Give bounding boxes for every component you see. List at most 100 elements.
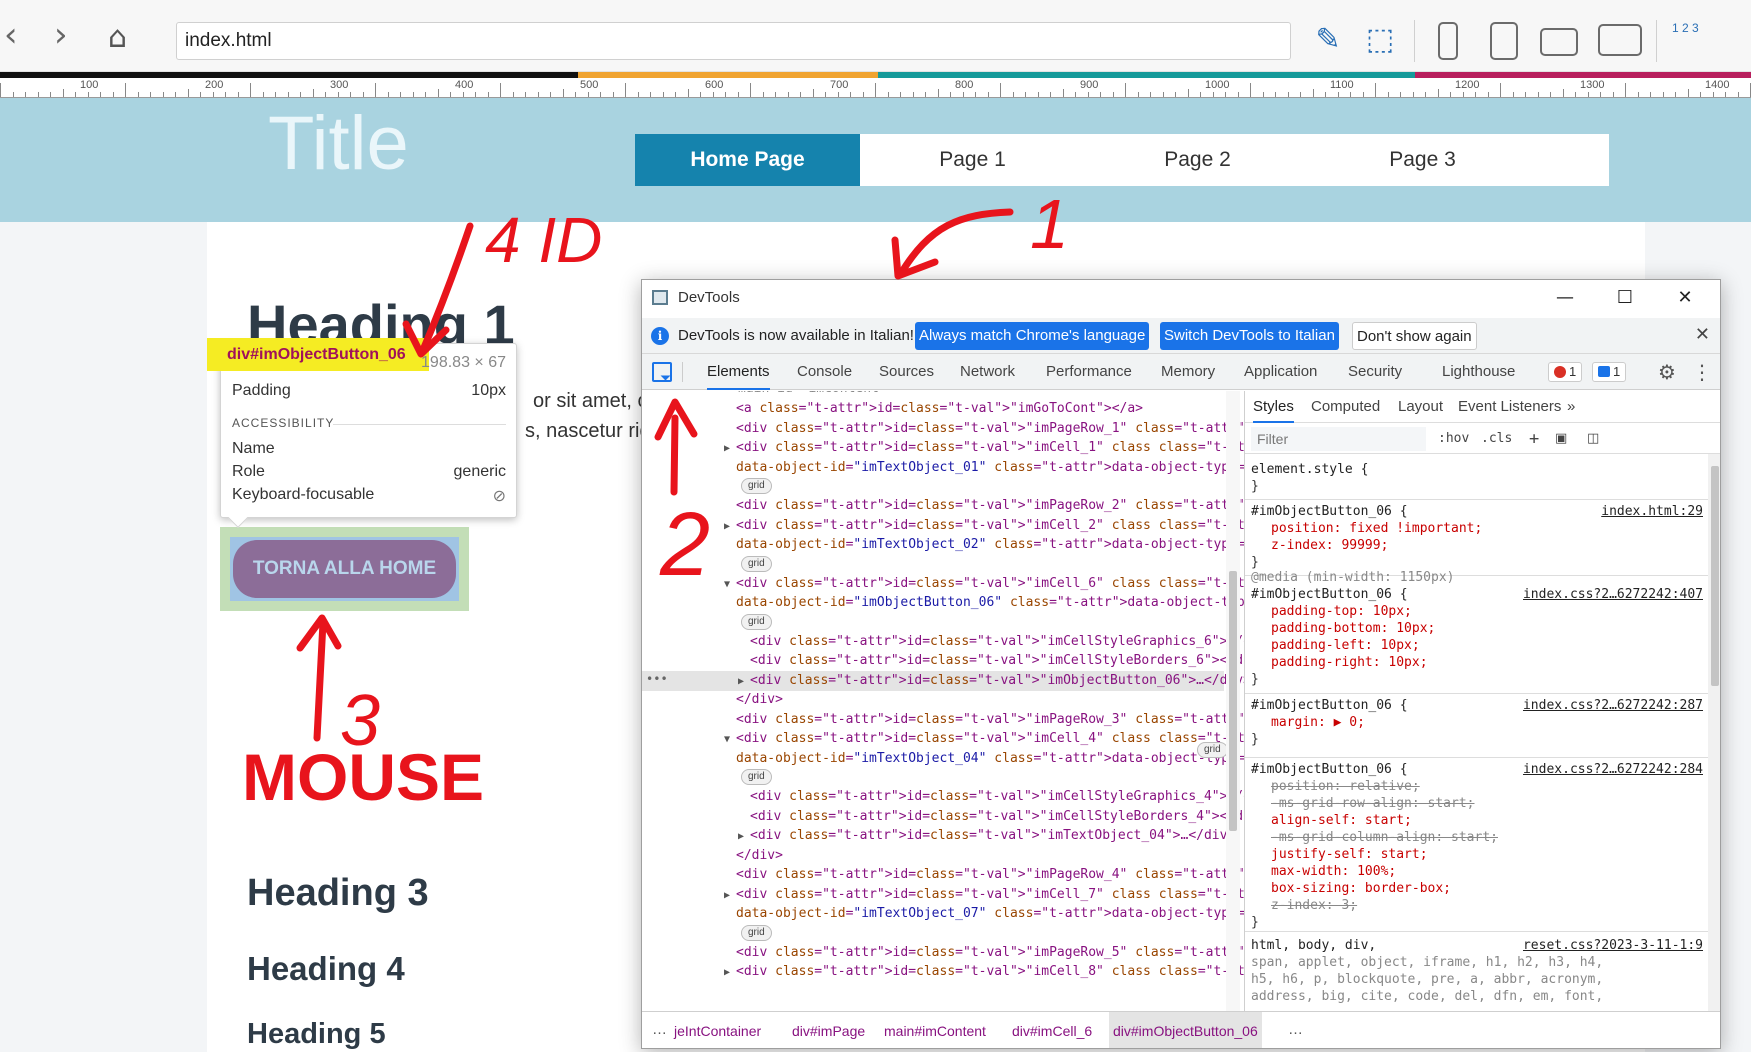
home-icon[interactable]: ⌂	[108, 20, 127, 55]
error-count-badge[interactable]: 1	[1548, 362, 1583, 382]
desktop-icon[interactable]	[1598, 24, 1642, 56]
dom-scrollbar[interactable]	[1226, 391, 1240, 1011]
maximize-icon[interactable]: ☐	[1600, 284, 1650, 312]
breadcrumb-more-right[interactable]: …	[1288, 1012, 1303, 1048]
phone-portrait-icon[interactable]	[1438, 22, 1458, 60]
dom-line[interactable]: </div>	[642, 690, 1224, 710]
style-rule-2[interactable]: @media (min-width: 1150px) #imObjectButt…	[1251, 569, 1703, 688]
grid-badge[interactable]: grid	[741, 924, 772, 941]
more-tabs-icon[interactable]: »	[1567, 391, 1575, 423]
rule-4-source-link[interactable]: index.css?2…6272242:284	[1523, 761, 1703, 778]
dom-line[interactable]: data-object-id="imTextObject_07" class="…	[642, 904, 1244, 924]
toggle-sidebar-icon[interactable]: ◫	[1587, 427, 1599, 451]
tab-computed[interactable]: Computed	[1311, 391, 1380, 423]
dom-line[interactable]: <div class="t-attr">id=class="t-val">"im…	[642, 787, 1244, 807]
dom-line[interactable]: <div class="t-attr">id=class="t-val">"im…	[642, 632, 1244, 652]
dom-line-more-icon[interactable]: •••	[646, 672, 668, 686]
breadcrumb-item[interactable]: jeIntContainer	[674, 1012, 761, 1048]
tab-lighthouse[interactable]: Lighthouse	[1442, 354, 1515, 390]
dom-line[interactable]: <div class="t-attr">id=class="t-val">"im…	[642, 943, 1244, 963]
rule-2-source-link[interactable]: index.css?2…6272242:407	[1523, 586, 1703, 603]
style-rule-5[interactable]: html, body, div, reset.css?2023-3-11-1:9 …	[1251, 937, 1703, 1005]
tab-performance[interactable]: Performance	[1046, 354, 1132, 390]
tab-application[interactable]: Application	[1244, 354, 1317, 390]
sequence-icon[interactable]: 1 2 3	[1672, 22, 1699, 34]
grid-badge[interactable]: grid	[741, 478, 772, 494]
hover-state-toggle[interactable]: :hov	[1438, 427, 1469, 451]
style-rule-4[interactable]: #imObjectButton_06 {index.css?2…6272242:…	[1251, 761, 1703, 931]
rule-3-prop[interactable]: margin: ▶ 0;	[1251, 714, 1703, 731]
dom-line[interactable]: <div class="t-attr">id=class="t-val">"im…	[642, 807, 1244, 827]
forward-icon[interactable]: ›	[54, 18, 68, 52]
rule-4-prop-overridden[interactable]: position: relative;	[1251, 778, 1703, 795]
new-rule-icon[interactable]: +	[1529, 427, 1539, 451]
tablet-portrait-icon[interactable]	[1490, 22, 1518, 60]
tab-styles[interactable]: Styles	[1253, 391, 1294, 423]
styles-filter-input[interactable]: Filter	[1251, 427, 1426, 451]
dom-line[interactable]: ▼ <div class="t-attr">id=class="t-val">"i…	[642, 729, 1244, 749]
rule-2-prop[interactable]: padding-right: 10px;	[1251, 654, 1703, 671]
switch-to-italian-button[interactable]: Switch DevTools to Italian	[1160, 322, 1339, 350]
dom-line[interactable]: ▶ <div class="t-attr">id=class="t-val">"i…	[642, 962, 1244, 982]
breadcrumb-item[interactable]: div#imCell_6	[1012, 1012, 1092, 1048]
close-notice-icon[interactable]: ✕	[1695, 324, 1710, 345]
rule-4-prop[interactable]: max-width: 100%;	[1251, 863, 1703, 880]
breadcrumb-item-active[interactable]: div#imObjectButton_06	[1109, 1012, 1262, 1048]
dom-tree[interactable]: main id="imContent"<a class="t-attr">id=…	[642, 391, 1244, 1011]
tab-security[interactable]: Security	[1348, 354, 1402, 390]
rule-4-prop[interactable]: align-self: start;	[1251, 812, 1703, 829]
tab-network[interactable]: Network	[960, 354, 1015, 390]
close-window-icon[interactable]: ✕	[1660, 284, 1710, 312]
rule-4-prop[interactable]: box-sizing: border-box;	[1251, 880, 1703, 897]
more-options-icon[interactable]: ⋮	[1692, 360, 1712, 384]
dom-line[interactable]: <div class="t-attr">id=class="t-val">"im…	[642, 496, 1244, 516]
dom-line[interactable]: </div>	[642, 846, 1224, 866]
inspect-element-icon[interactable]	[652, 362, 672, 382]
dom-line[interactable]: <div class="t-attr">id=class="t-val">"im…	[642, 651, 1244, 671]
dom-line[interactable]: ▶ <div class="t-attr">id=class="t-val">"i…	[642, 438, 1244, 458]
rule-2-prop[interactable]: padding-bottom: 10px;	[1251, 620, 1703, 637]
dom-line[interactable]: data-object-id="imTextObject_04" class="…	[642, 749, 1244, 769]
styles-scroll-thumb[interactable]	[1711, 466, 1719, 686]
back-icon[interactable]: ‹	[4, 18, 18, 52]
rule-4-prop[interactable]: justify-self: start;	[1251, 846, 1703, 863]
dom-line[interactable]: ▼ <div class="t-attr">id=class="t-val">"i…	[642, 574, 1244, 594]
tab-console[interactable]: Console	[797, 354, 852, 390]
styles-scrollbar[interactable]	[1708, 454, 1720, 1011]
dom-line[interactable]: data-object-id="imTextObject_01" class="…	[642, 458, 1244, 478]
always-match-language-button[interactable]: Always match Chrome's language	[915, 322, 1150, 350]
gear-icon[interactable]: ⚙	[1658, 360, 1676, 384]
dom-line[interactable]: ▶ <div class="t-attr">id=class="t-val">"i…	[642, 826, 1235, 846]
rule-1-prop[interactable]: position: fixed !important;	[1251, 520, 1703, 537]
edit-page-icon[interactable]: ✎	[1308, 20, 1348, 60]
tab-sources[interactable]: Sources	[879, 354, 934, 390]
minimize-icon[interactable]: —	[1540, 284, 1590, 312]
dom-line[interactable]: <a class="t-attr">id=class="t-val">"imGo…	[642, 399, 1224, 419]
element-style-rule[interactable]: element.style { }	[1251, 461, 1703, 495]
nav-page-2[interactable]: Page 2	[1085, 134, 1310, 186]
paint-icon[interactable]: ▣	[1555, 427, 1567, 451]
rule-1-source-link[interactable]: index.html:29	[1601, 503, 1703, 520]
rule-2-prop[interactable]: padding-top: 10px;	[1251, 603, 1703, 620]
rule-4-prop-overridden[interactable]: -ms-grid-column-align: start;	[1251, 829, 1703, 846]
grid-badge[interactable]: grid	[741, 769, 772, 785]
breadcrumb-item[interactable]: main#imContent	[884, 1012, 986, 1048]
dom-line[interactable]: data-object-id="imTextObject_02" class="…	[642, 535, 1244, 555]
grid-badge[interactable]: grid	[741, 613, 772, 630]
rule-2-prop[interactable]: padding-left: 10px;	[1251, 637, 1703, 654]
style-rule-3[interactable]: #imObjectButton_06 {index.css?2…6272242:…	[1251, 697, 1703, 748]
rule-4-prop-overridden[interactable]: z-index: 3;	[1251, 897, 1703, 914]
tab-elements[interactable]: Elements	[707, 354, 770, 390]
dom-scroll-thumb[interactable]	[1229, 571, 1237, 831]
rule-1-prop[interactable]: z-index: 99999;	[1251, 537, 1703, 554]
select-edit-icon[interactable]: ⬚	[1360, 20, 1400, 60]
torna-alla-home-button[interactable]: TORNA ALLA HOME	[233, 540, 456, 598]
tab-event-listeners[interactable]: Event Listeners	[1458, 391, 1561, 423]
dom-line[interactable]: ▶ <div class="t-attr">id=class="t-val">"i…	[642, 885, 1244, 905]
grid-badge[interactable]: grid	[1197, 742, 1228, 758]
nav-page-3[interactable]: Page 3	[1310, 134, 1535, 186]
breadcrumb-item[interactable]: div#imPage	[792, 1012, 865, 1048]
class-toggle[interactable]: .cls	[1481, 427, 1512, 451]
dom-line-selected[interactable]: ▶ <div class="t-attr">id=class="t-val">"i…	[642, 670, 1244, 691]
breadcrumb-more-left[interactable]: …	[652, 1012, 667, 1048]
